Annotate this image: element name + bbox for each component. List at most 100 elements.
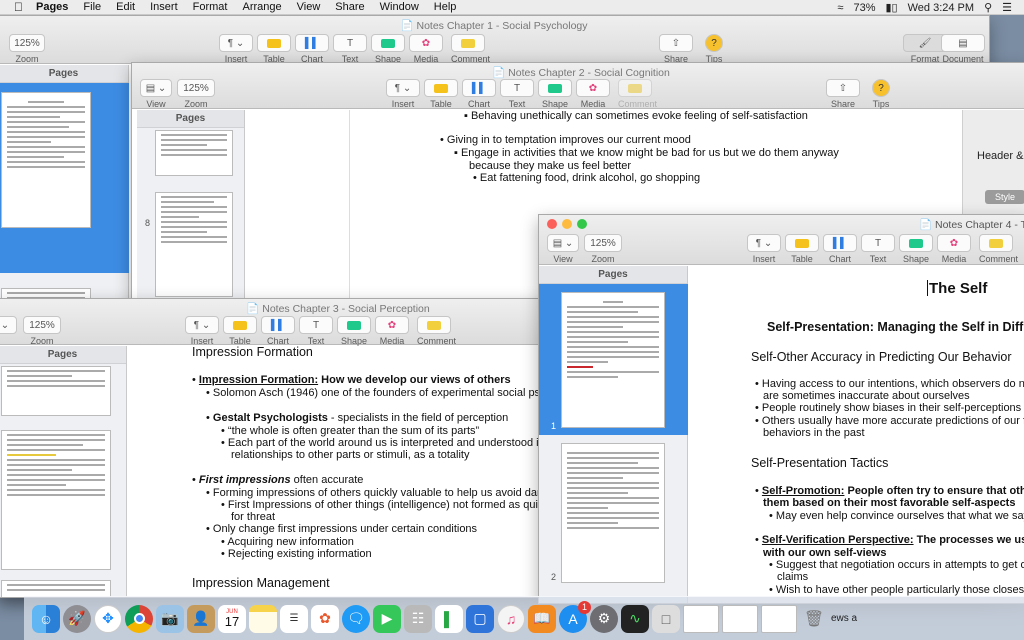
zoom-control[interactable]: 125% Zoom [177, 79, 215, 109]
menu-share[interactable]: Share [335, 1, 364, 13]
chart-button[interactable]: ▌▌ Chart [261, 316, 295, 346]
page-thumbnail-1[interactable] [1, 366, 111, 416]
doc-thumbnail-icon[interactable] [722, 604, 758, 633]
insert-button[interactable]: ¶ ⌄ Insert [185, 316, 219, 346]
tips-button[interactable]: ? Tips [864, 79, 898, 109]
facetime-icon[interactable]: ▶ [373, 604, 401, 633]
zoom-control[interactable]: 125% Zoom [9, 34, 45, 64]
share-button[interactable]: ⇧ Share [659, 34, 693, 64]
shape-button[interactable]: Shape [899, 234, 933, 264]
text-button[interactable]: T Text [861, 234, 895, 264]
activity-monitor-icon[interactable]: ∿ [621, 604, 649, 633]
document-canvas[interactable]: The Self Self-Presentation: Managing the… [689, 266, 1024, 603]
view-button[interactable]: ⌄ [0, 316, 17, 334]
comment-button[interactable]: Comment [451, 34, 490, 64]
document-canvas[interactable]: Impression Formation • Impression Format… [128, 346, 557, 597]
chart-button[interactable]: ▌▌ Chart [823, 234, 857, 264]
finder-icon[interactable]: ☺ [32, 604, 60, 633]
apple-menu-icon[interactable]:  [14, 0, 23, 14]
numbers-icon[interactable]: ▌ [435, 604, 463, 633]
doc-thumbnail-icon[interactable] [683, 604, 719, 633]
keynote-icon[interactable]: ▢ [466, 604, 494, 633]
menu-view[interactable]: View [297, 1, 321, 13]
doc-line: for threat [231, 511, 276, 523]
tips-button[interactable]: ? Tips [697, 34, 731, 64]
text-button[interactable]: T Text [299, 316, 333, 346]
toolbar: 📄 Notes Chapter 3 - Social Perception ⌄ … [0, 299, 557, 346]
notification-center-icon[interactable]: ☰ [1002, 1, 1012, 14]
chart-button[interactable]: ▌▌ Chart [462, 79, 496, 109]
trash-icon[interactable]: 🗑 [800, 605, 828, 633]
messages-icon[interactable]: 🗨 [342, 604, 370, 633]
menu-format[interactable]: Format [193, 1, 228, 13]
chart-button[interactable]: ▌▌ Chart [295, 34, 329, 64]
view-button[interactable]: ▤ ⌄ View [140, 79, 172, 109]
shape-button[interactable]: Shape [538, 79, 572, 109]
page-thumbnail-2[interactable] [561, 443, 665, 583]
clock[interactable]: Wed 3:24 PM [908, 2, 974, 14]
comment-button[interactable]: Comment [979, 234, 1018, 264]
shape-button[interactable]: Shape [337, 316, 371, 346]
calendar-icon[interactable]: JUN 17 [218, 604, 246, 633]
menu-edit[interactable]: Edit [116, 1, 135, 13]
share-button[interactable]: ⇧ Share [826, 79, 860, 109]
page-thumbnail-1[interactable] [1, 92, 91, 228]
wifi-icon[interactable]: ≈ [837, 2, 843, 14]
doc-line: • First Impressions of other things (int… [221, 499, 544, 511]
table-button[interactable]: Table [223, 316, 257, 346]
media-button[interactable]: ✿ Media [937, 234, 971, 264]
books-stack-icon[interactable]: ☷ [404, 604, 432, 633]
screenshot-preview-icon[interactable]: □ [652, 604, 680, 633]
battery-icon[interactable]: ▮▯ [886, 1, 898, 14]
doc-line: • Suggest that negotiation occurs in att… [769, 559, 1024, 571]
table-button[interactable]: Table [424, 79, 458, 109]
window-chapter-4: 📄 Notes Chapter 4 - The ▤ ⌄View 125%Zoom… [538, 214, 1024, 604]
reminders-icon[interactable]: ☰ [280, 604, 308, 633]
insert-button[interactable]: ¶ ⌄ Insert [219, 34, 253, 64]
pages-sidebar: Pages [0, 346, 127, 597]
text-button[interactable]: T Text [333, 34, 367, 64]
launchpad-icon[interactable]: 🚀 [63, 604, 91, 633]
minimize-button[interactable] [562, 219, 572, 229]
chrome-icon[interactable] [125, 604, 153, 633]
app-store-icon[interactable]: A1 [559, 600, 591, 633]
search-icon[interactable]: ⚲ [984, 1, 992, 14]
page-thumbnail-2[interactable] [1, 430, 111, 570]
photos-icon[interactable]: ✿ [311, 604, 339, 633]
comment-button[interactable]: Comment [618, 79, 657, 109]
ibooks-icon[interactable]: 📖 [528, 604, 556, 633]
table-button[interactable]: Table [785, 234, 819, 264]
shape-button[interactable]: Shape [371, 34, 405, 64]
style-tab[interactable]: Style [985, 190, 1024, 204]
doc-thumbnail-icon[interactable] [761, 604, 797, 633]
menu-help[interactable]: Help [434, 1, 457, 13]
music-icon[interactable]: ♫ [497, 604, 525, 633]
media-button[interactable]: ✿ Media [409, 34, 443, 64]
menu-window[interactable]: Window [380, 1, 419, 13]
menu-file[interactable]: File [83, 1, 101, 13]
text-button[interactable]: T Text [500, 79, 534, 109]
menu-arrange[interactable]: Arrange [242, 1, 281, 13]
table-button[interactable]: Table [257, 34, 291, 64]
comment-button[interactable]: Comment [417, 316, 456, 346]
insert-button[interactable]: ¶ ⌄ Insert [386, 79, 420, 109]
page-thumbnail-7[interactable] [155, 130, 233, 176]
document-button[interactable]: ▤ Document [941, 34, 985, 64]
safari-icon[interactable]: ✥ [94, 604, 122, 633]
contacts-icon[interactable]: 👤 [187, 604, 215, 633]
page-thumbnail-8[interactable] [155, 192, 233, 297]
menu-pages[interactable]: Pages [36, 1, 68, 13]
zoom-control[interactable]: 125% Zoom [23, 316, 61, 346]
zoom-control[interactable]: 125% Zoom [584, 234, 622, 264]
menu-insert[interactable]: Insert [150, 1, 178, 13]
page-thumbnail-1[interactable] [561, 292, 665, 428]
view-button[interactable]: ▤ ⌄ View [547, 234, 579, 264]
system-preferences-icon[interactable]: ⚙ [590, 604, 618, 633]
insert-button[interactable]: ¶ ⌄ Insert [747, 234, 781, 264]
close-button[interactable] [547, 219, 557, 229]
zoom-window-button[interactable] [577, 219, 587, 229]
media-button[interactable]: ✿ Media [375, 316, 409, 346]
notes-icon[interactable] [249, 604, 277, 633]
preview-icon[interactable]: 📷 [156, 604, 184, 633]
media-button[interactable]: ✿ Media [576, 79, 610, 109]
